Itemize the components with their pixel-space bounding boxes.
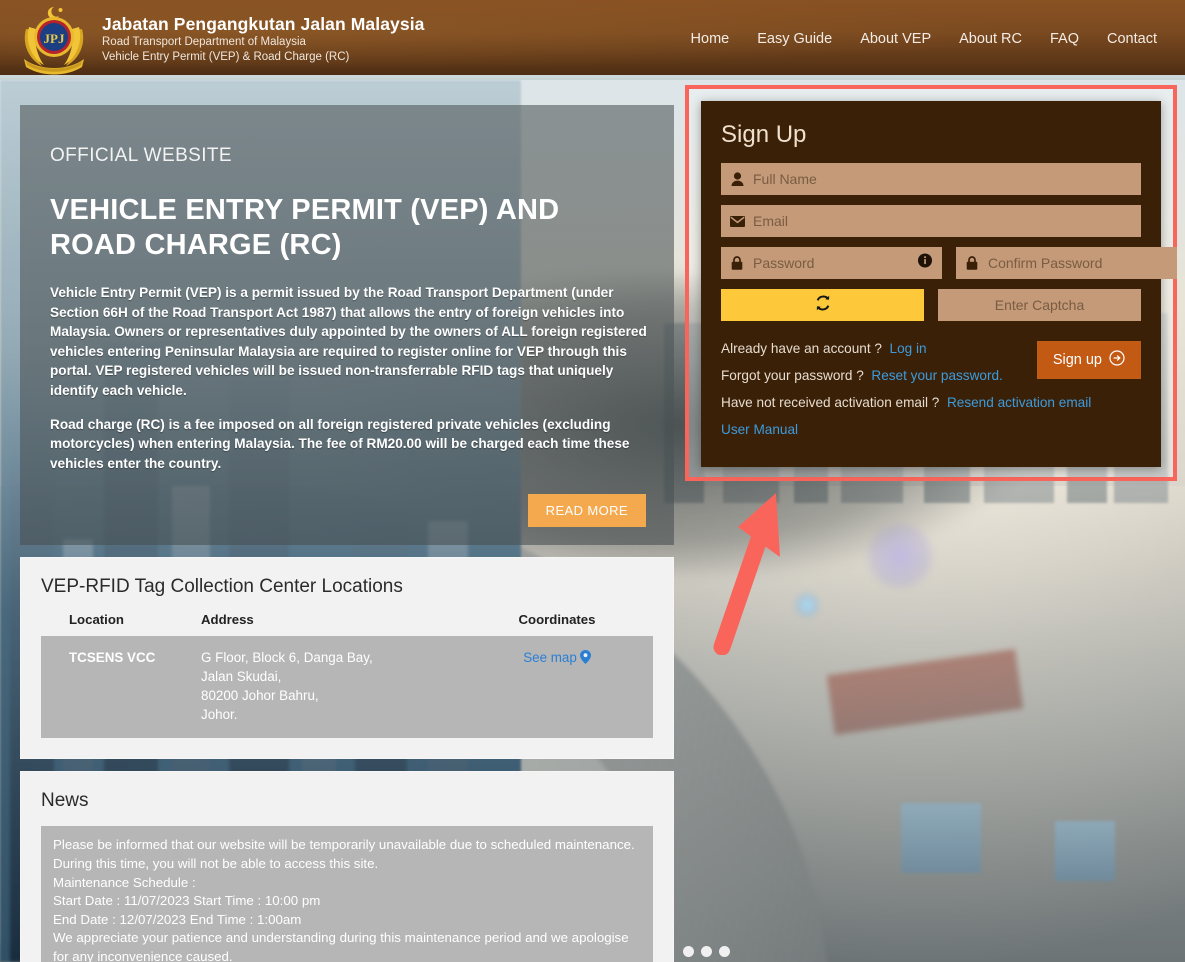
user-manual-line: User Manual [721,416,1141,443]
envelope-icon [721,215,753,227]
forgot-password-text: Forgot your password ? [721,368,864,383]
activation-email-line: Have not received activation email ? Res… [721,389,1141,416]
news-maintenance-notice: Please be informed that our website will… [41,826,653,962]
nav-item-contact[interactable]: Contact [1107,31,1157,47]
reset-password-link[interactable]: Reset your password. [871,368,1002,383]
carousel-dot-1[interactable] [683,946,694,957]
page-root: JPJ Jabatan Pengangkutan Jalan Malaysia … [0,0,1185,962]
column-header-coordinates: Coordinates [518,612,596,628]
signup-panel: Sign Up Full Name Email Enter Captcha Al… [701,101,1177,467]
hero-panel: OFFICIAL WEBSITE VEHICLE ENTRY PERMIT (V… [20,105,674,546]
signup-submit-button[interactable]: Sign up [1036,341,1141,379]
nav-item-about-rc[interactable]: About RC [959,31,1022,47]
signup-links: Already have an account ? Log in Forgot … [721,335,1141,443]
login-link[interactable]: Log in [890,341,927,356]
lens-flare [793,591,820,618]
carousel-dot-3[interactable] [719,946,730,957]
jpj-emblem-svg: JPJ [24,6,84,75]
news-card: News Please be informed that our website… [20,771,674,962]
captcha-image[interactable] [721,289,924,321]
news-title: News [41,790,89,812]
nav-item-faq[interactable]: FAQ [1050,31,1079,47]
site-subtitle-service: Vehicle Entry Permit (VEP) & Road Charge… [102,51,350,63]
site-header: JPJ Jabatan Pengangkutan Jalan Malaysia … [0,0,1185,80]
table-row: TCSENS VCC G Floor, Block 6, Danga Bay, … [41,636,653,739]
nav-item-easy-guide[interactable]: Easy Guide [757,31,832,47]
collection-centers-card: VEP-RFID Tag Collection Center Locations… [20,557,674,760]
see-map-label: See map [523,650,577,666]
lens-flare [865,521,936,591]
arrow-right-circle-icon [1109,350,1125,370]
collection-centers-table: Location Address Coordinates TCSENS VCC … [41,612,653,739]
site-title-block: Jabatan Pengangkutan Jalan Malaysia Road… [102,13,425,65]
background-structure [900,803,981,874]
password-input[interactable] [753,247,942,279]
see-map-link[interactable]: See map [523,650,591,665]
email-field[interactable] [721,205,1141,237]
resend-activation-link[interactable]: Resend activation email [947,395,1091,410]
carousel-dot-2[interactable] [701,946,712,957]
full-name-input[interactable] [753,163,1141,195]
captcha-row [721,289,1141,321]
read-more-button[interactable]: READ MORE [527,494,646,528]
nav-item-home[interactable]: Home [691,31,730,47]
captcha-input[interactable] [938,289,1141,321]
background-structure [1054,820,1115,881]
email-input[interactable] [753,205,1141,237]
map-pin-icon [579,650,591,669]
password-row [721,247,1177,279]
full-name-field[interactable] [721,163,1141,195]
hero-title: VEHICLE ENTRY PERMIT (VEP) AND ROAD CHAR… [50,194,560,261]
page-title: Jabatan Pengangkutan Jalan Malaysia [102,14,425,34]
signup-title: Sign Up [721,121,807,148]
hero-paragraph-rc: Road charge (RC) is a fee imposed on all… [50,416,630,471]
cell-coordinates: See map [461,636,653,739]
have-account-text: Already have an account ? [721,341,882,356]
site-subtitle-en: Road Transport Department of Malaysia [102,36,306,48]
cell-location: TCSENS VCC [41,636,201,739]
svg-text:JPJ: JPJ [44,31,65,46]
hero-eyebrow: OFFICIAL WEBSITE [50,145,232,166]
main-navigation: Home Easy Guide About VEP About RC FAQ C… [691,31,1157,47]
activation-email-text: Have not received activation email ? [721,395,940,410]
carousel-dots [683,946,730,957]
confirm-password-field[interactable] [956,247,1177,279]
hero-paragraph-vep: Vehicle Entry Permit (VEP) is a permit i… [50,285,647,398]
user-manual-link[interactable]: User Manual [721,422,798,437]
password-field[interactable] [721,247,942,279]
signup-submit-label: Sign up [1052,352,1102,368]
jpj-emblem-icon[interactable]: JPJ [16,3,92,75]
column-header-address: Address [201,612,254,628]
nav-item-about-vep[interactable]: About VEP [860,31,931,47]
refresh-icon[interactable] [814,294,832,317]
background-red-roof [826,649,1023,736]
user-icon [721,172,753,186]
lock-icon [721,256,753,270]
captcha-field[interactable] [938,289,1141,321]
confirm-password-input[interactable] [988,247,1177,279]
column-header-location: Location [69,612,124,628]
lock-icon [956,256,988,270]
collection-centers-title: VEP-RFID Tag Collection Center Locations [41,576,403,598]
info-circle-icon[interactable] [918,253,932,273]
left-content-column: OFFICIAL WEBSITE VEHICLE ENTRY PERMIT (V… [20,105,674,962]
cell-address: G Floor, Block 6, Danga Bay, Jalan Skuda… [201,636,461,739]
table-header-row: Location Address Coordinates [41,612,653,636]
